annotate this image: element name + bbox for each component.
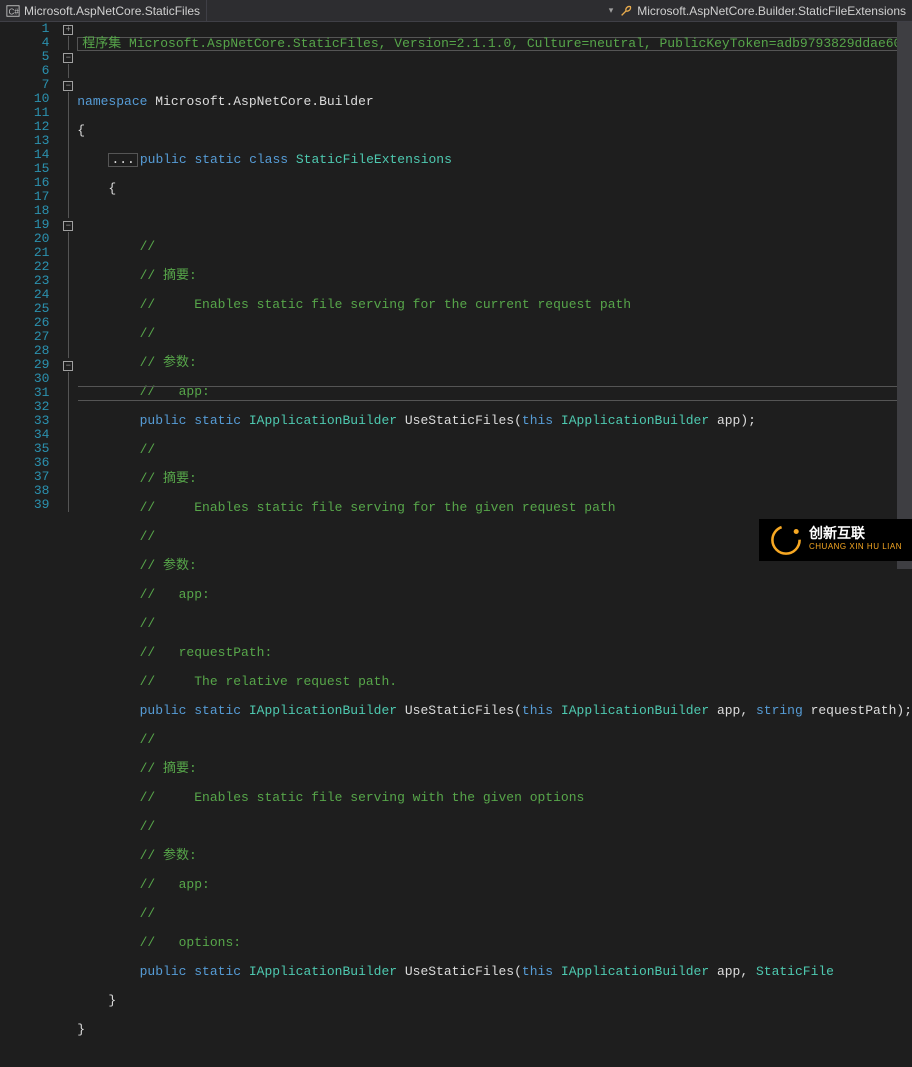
fold-marker[interactable] xyxy=(59,246,77,260)
fold-marker[interactable]: − xyxy=(59,50,77,64)
line-number-gutter: 1456710111213141516171819202122232425262… xyxy=(0,22,59,569)
line-number: 18 xyxy=(0,204,49,218)
line-number: 30 xyxy=(0,372,49,386)
vertical-scrollbar[interactable] xyxy=(897,22,912,569)
fold-marker[interactable] xyxy=(59,92,77,106)
line-number: 31 xyxy=(0,386,49,400)
line-number: 7 xyxy=(0,78,49,92)
line-number: 5 xyxy=(0,50,49,64)
fold-marker[interactable] xyxy=(59,456,77,470)
fold-marker[interactable] xyxy=(59,288,77,302)
fold-marker[interactable] xyxy=(59,386,77,400)
nav-scope-label: Microsoft.AspNetCore.StaticFiles xyxy=(24,4,200,18)
fold-marker[interactable]: − xyxy=(59,78,77,92)
line-number: 24 xyxy=(0,288,49,302)
fold-marker[interactable] xyxy=(59,400,77,414)
watermark: 创新互联 CHUANG XIN HU LIAN xyxy=(759,519,912,561)
fold-marker[interactable]: − xyxy=(59,218,77,232)
fold-gutter[interactable]: + − − − − xyxy=(59,22,77,569)
watermark-brand: 创新互联 xyxy=(809,525,865,541)
assembly-info: 程序集 Microsoft.AspNetCore.StaticFiles, Ve… xyxy=(77,37,906,51)
code-content[interactable]: 程序集 Microsoft.AspNetCore.StaticFiles, Ve… xyxy=(77,22,912,569)
line-number: 34 xyxy=(0,428,49,442)
csharp-file-icon: C# xyxy=(6,4,20,18)
fold-marker[interactable] xyxy=(59,428,77,442)
line-number: 27 xyxy=(0,330,49,344)
line-number: 4 xyxy=(0,36,49,50)
line-number: 17 xyxy=(0,190,49,204)
line-number: 19 xyxy=(0,218,49,232)
watermark-logo-icon xyxy=(769,523,803,557)
nav-member-label: Microsoft.AspNetCore.Builder.StaticFileE… xyxy=(637,4,906,18)
line-number: 11 xyxy=(0,106,49,120)
fold-marker[interactable]: − xyxy=(59,358,77,372)
line-number: 16 xyxy=(0,176,49,190)
fold-marker[interactable] xyxy=(59,330,77,344)
fold-marker[interactable] xyxy=(59,344,77,358)
line-number: 35 xyxy=(0,442,49,456)
fold-marker[interactable] xyxy=(59,316,77,330)
fold-marker[interactable] xyxy=(59,498,77,512)
line-number: 1 xyxy=(0,22,49,36)
line-number: 29 xyxy=(0,358,49,372)
line-number: 15 xyxy=(0,162,49,176)
navigation-bar: C# Microsoft.AspNetCore.StaticFiles ▾ Mi… xyxy=(0,0,912,22)
line-number: 6 xyxy=(0,64,49,78)
line-number: 13 xyxy=(0,134,49,148)
line-number: 23 xyxy=(0,274,49,288)
svg-text:C#: C# xyxy=(9,7,20,16)
line-number: 28 xyxy=(0,344,49,358)
nav-member[interactable]: Microsoft.AspNetCore.Builder.StaticFileE… xyxy=(613,0,912,21)
line-number: 36 xyxy=(0,456,49,470)
fold-marker[interactable] xyxy=(59,120,77,134)
fold-marker[interactable] xyxy=(59,302,77,316)
line-number: 33 xyxy=(0,414,49,428)
line-number: 21 xyxy=(0,246,49,260)
fold-marker[interactable] xyxy=(59,148,77,162)
fold-marker[interactable] xyxy=(59,190,77,204)
fold-marker[interactable] xyxy=(59,162,77,176)
collapsed-region-icon[interactable]: ... xyxy=(108,153,137,167)
nav-scope[interactable]: C# Microsoft.AspNetCore.StaticFiles xyxy=(0,0,207,21)
line-number: 37 xyxy=(0,470,49,484)
fold-marker[interactable] xyxy=(59,442,77,456)
line-number: 14 xyxy=(0,148,49,162)
fold-marker[interactable] xyxy=(59,274,77,288)
fold-marker[interactable] xyxy=(59,64,77,78)
line-number: 10 xyxy=(0,92,49,106)
line-number: 12 xyxy=(0,120,49,134)
line-number: 38 xyxy=(0,484,49,498)
fold-marker[interactable] xyxy=(59,414,77,428)
fold-marker[interactable]: + xyxy=(59,22,77,36)
fold-marker[interactable] xyxy=(59,232,77,246)
code-editor[interactable]: 1456710111213141516171819202122232425262… xyxy=(0,22,912,569)
fold-marker[interactable] xyxy=(59,134,77,148)
fold-marker[interactable] xyxy=(59,106,77,120)
line-number: 32 xyxy=(0,400,49,414)
line-number: 25 xyxy=(0,302,49,316)
line-number: 22 xyxy=(0,260,49,274)
fold-marker[interactable] xyxy=(59,204,77,218)
line-number: 20 xyxy=(0,232,49,246)
fold-marker[interactable] xyxy=(59,372,77,386)
wrench-icon xyxy=(619,4,633,18)
fold-marker[interactable] xyxy=(59,470,77,484)
watermark-sub: CHUANG XIN HU LIAN xyxy=(809,540,902,554)
fold-marker[interactable] xyxy=(59,36,77,50)
line-number: 39 xyxy=(0,498,49,512)
fold-marker[interactable] xyxy=(59,260,77,274)
fold-marker[interactable] xyxy=(59,484,77,498)
fold-marker[interactable] xyxy=(59,176,77,190)
line-number: 26 xyxy=(0,316,49,330)
